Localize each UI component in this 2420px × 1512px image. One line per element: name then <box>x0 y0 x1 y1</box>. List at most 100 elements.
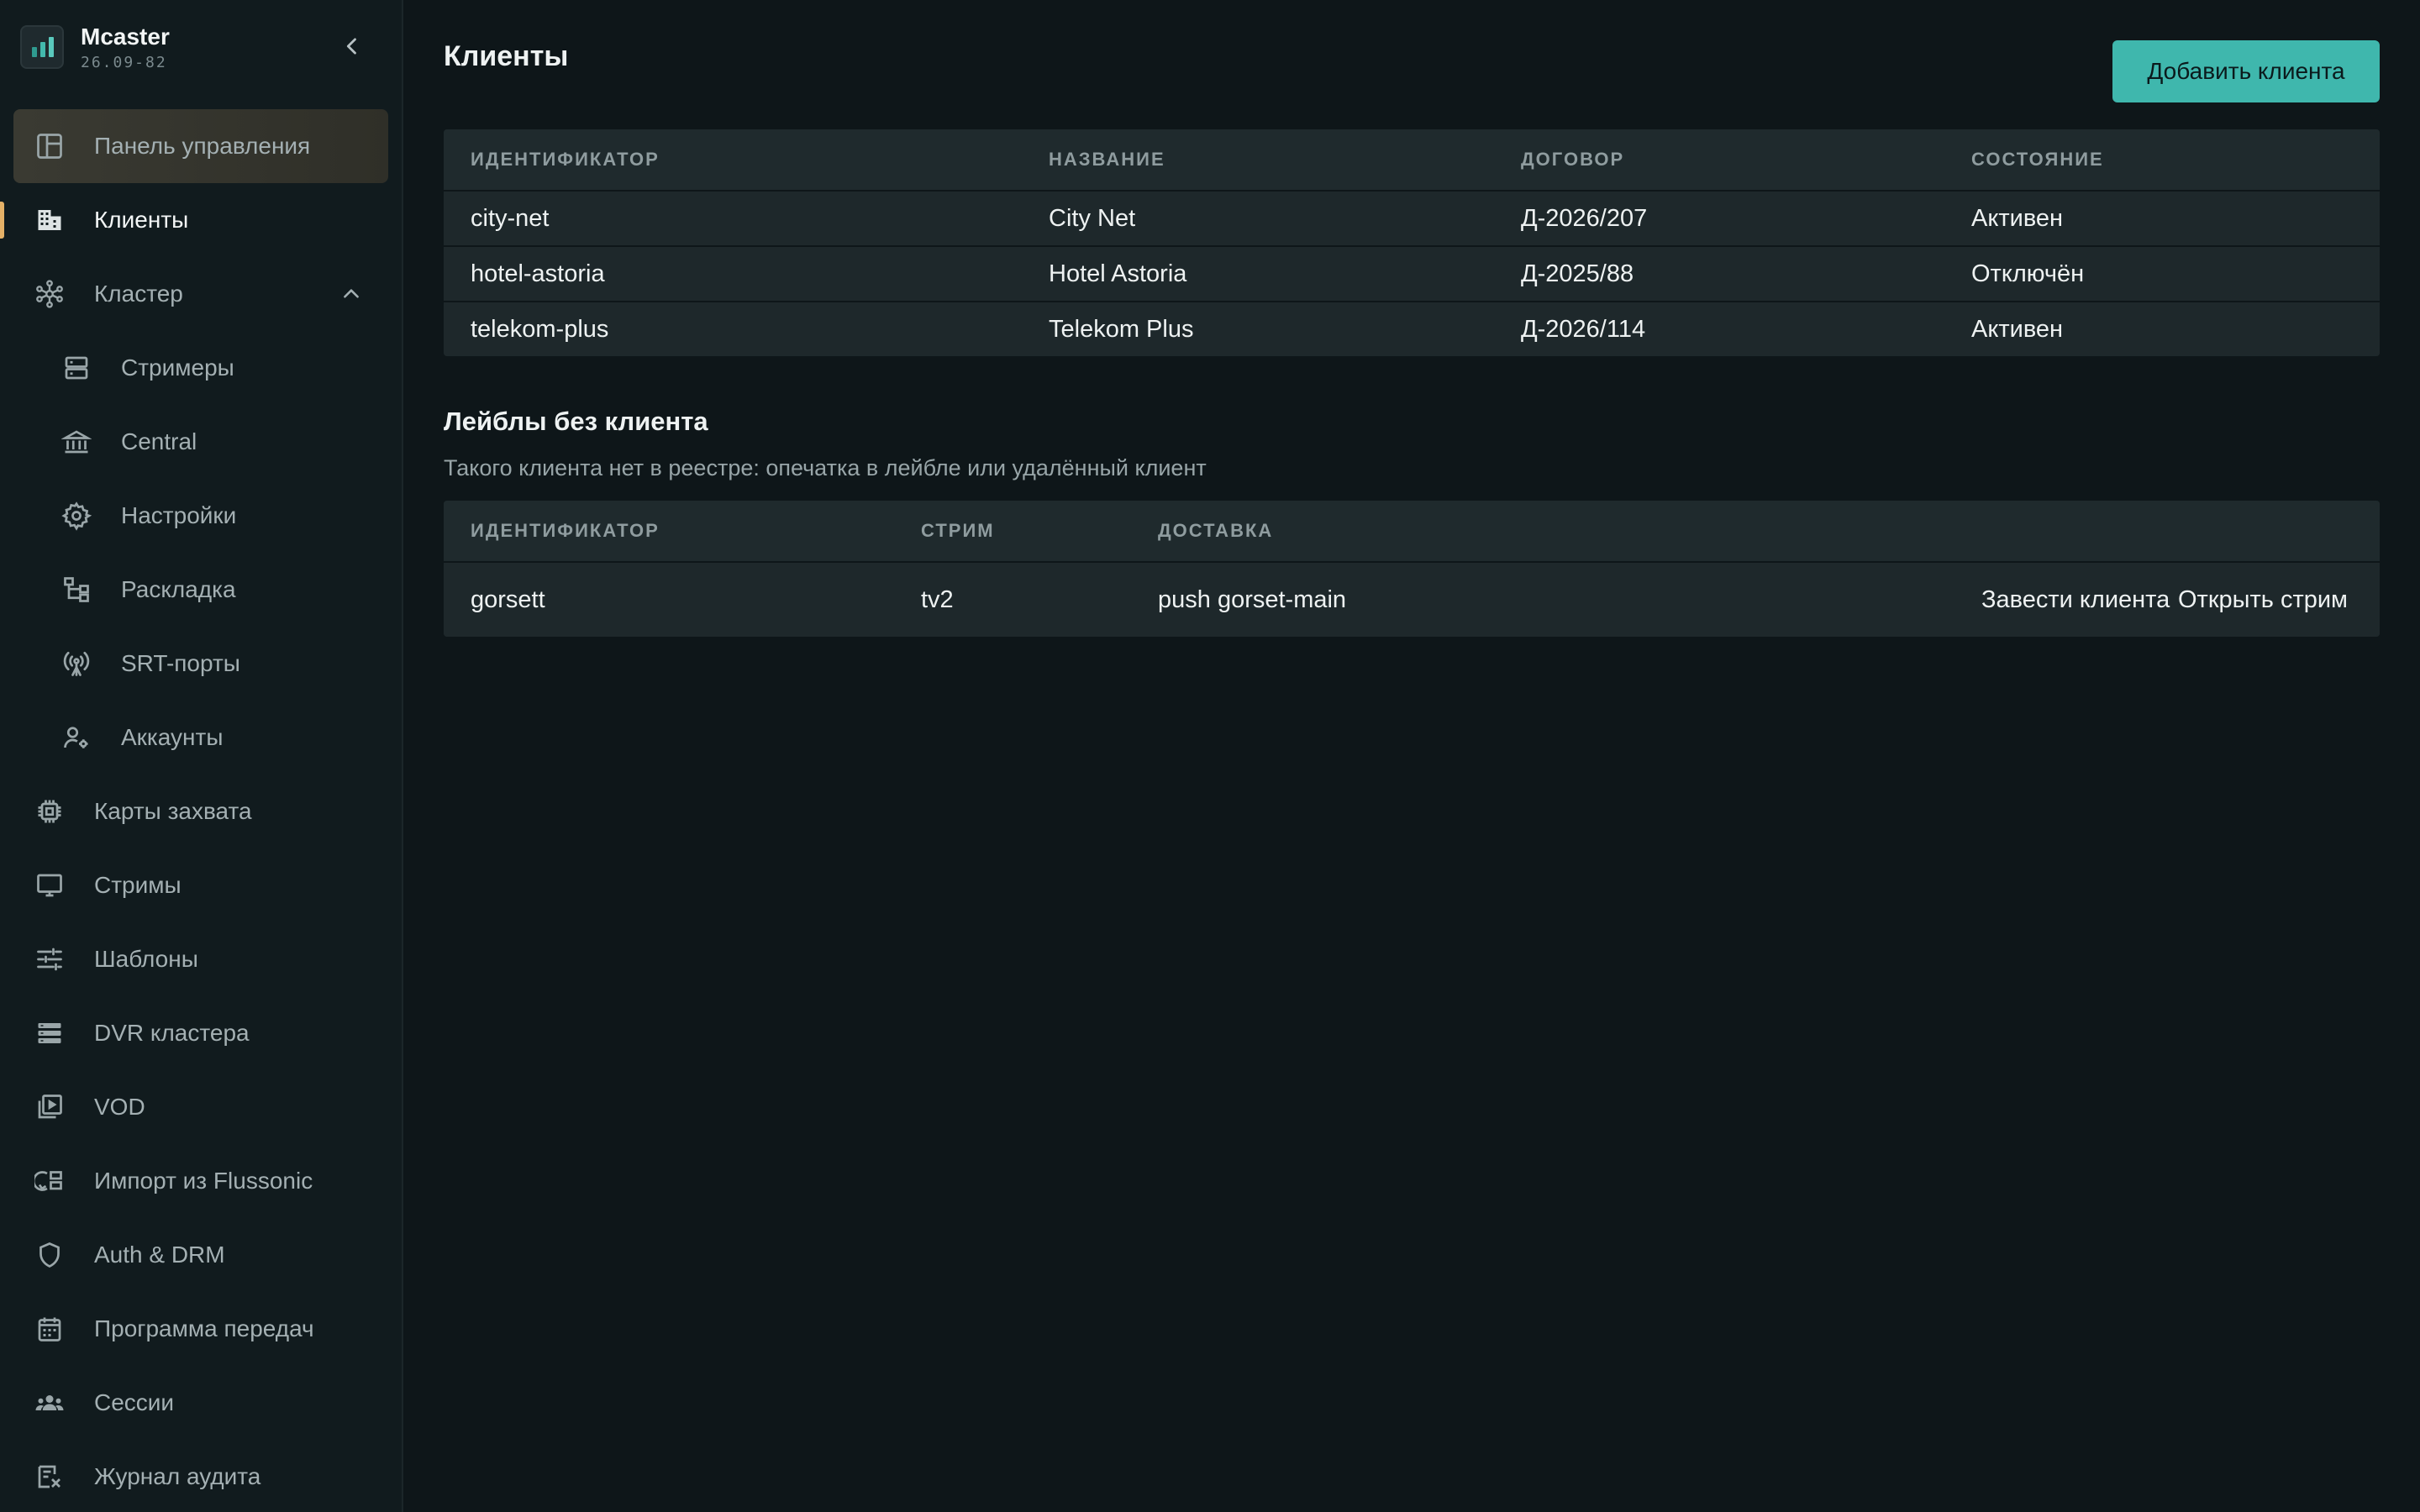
client-name: Hotel Astoria <box>1049 260 1187 287</box>
sidebar-item-label: Журнал аудита <box>94 1463 261 1489</box>
column-header[interactable]: НАЗВАНИЕ <box>1049 149 1165 171</box>
client-id: city-net <box>471 204 550 232</box>
gear-icon <box>60 500 92 532</box>
client-id: telekom-plus <box>471 315 609 343</box>
orphan-stream: tv2 <box>921 585 954 613</box>
table-header: ИДЕНТИФИКАТОР СТРИМ ДОСТАВКА <box>444 501 2380 563</box>
brand: Mcaster 26.09-82 <box>20 24 381 74</box>
dashboard-icon <box>34 130 66 162</box>
sidebar-item-label: Шаблоны <box>94 946 198 972</box>
column-header[interactable]: ДОГОВОР <box>1521 149 1624 171</box>
sidebar-item-srt-ports[interactable]: SRT-порты <box>0 627 402 701</box>
sidebar-item-label: Стримы <box>94 872 182 898</box>
building-icon <box>34 204 66 236</box>
hierarchy-icon <box>60 574 92 606</box>
sidebar-item-label: Программа передач <box>94 1315 314 1341</box>
column-header[interactable]: СТРИМ <box>921 520 995 542</box>
sidebar-item-label: Auth & DRM <box>94 1242 225 1268</box>
sidebar-item-dashboard[interactable]: Панель управления <box>13 109 388 183</box>
sidebar-item-sessions[interactable]: Сессии <box>0 1366 402 1440</box>
user-gear-icon <box>60 722 92 753</box>
app-root: Mcaster 26.09-82 Панель управления Клиен… <box>0 0 2420 1512</box>
monitor-icon <box>34 869 66 901</box>
client-name: Telekom Plus <box>1049 315 1194 343</box>
client-status: Отключён <box>1971 260 2085 287</box>
page-title: Клиенты <box>444 40 569 72</box>
column-header[interactable]: ИДЕНТИФИКАТОР <box>471 520 660 542</box>
sidebar-item-label: Кластер <box>94 281 183 307</box>
brand-logo <box>20 25 64 69</box>
section-subtitle: Такого клиента нет в реестре: опечатка в… <box>444 455 1207 480</box>
sidebar-item-streamers[interactable]: Стримеры <box>0 331 402 405</box>
storage-icon <box>34 1017 66 1049</box>
sidebar-item-label: Аккаунты <box>121 724 224 750</box>
sidebar-item-label: Central <box>121 428 197 454</box>
orphan-labels-table: ИДЕНТИФИКАТОР СТРИМ ДОСТАВКА gorsett tv2… <box>444 501 2380 637</box>
sidebar-item-schedule[interactable]: Программа передач <box>0 1292 402 1366</box>
sidebar-item-label: Раскладка <box>121 576 236 602</box>
client-contract: Д-2026/114 <box>1521 315 1646 343</box>
column-header[interactable]: ИДЕНТИФИКАТОР <box>471 149 660 171</box>
sidebar-nav: Панель управления Клиенты Кластер Стриме… <box>0 109 402 1512</box>
sidebar-item-capture-cards[interactable]: Карты захвата <box>0 774 402 848</box>
client-id: hotel-astoria <box>471 260 605 287</box>
video-library-icon <box>34 1091 66 1123</box>
sidebar-item-clients[interactable]: Клиенты <box>0 183 402 257</box>
chevron-left-icon <box>346 38 356 55</box>
create-client-link[interactable]: Завести клиента <box>1981 563 2170 637</box>
collapse-sidebar-button[interactable] <box>331 25 373 67</box>
clients-table: ИДЕНТИФИКАТОР НАЗВАНИЕ ДОГОВОР СОСТОЯНИЕ… <box>444 129 2380 356</box>
client-status: Активен <box>1971 204 2064 232</box>
sidebar-item-cluster[interactable]: Кластер <box>0 257 402 331</box>
sidebar-item-vod[interactable]: VOD <box>0 1070 402 1144</box>
table-row[interactable]: telekom-plus Telekom Plus Д-2026/114 Акт… <box>444 302 2380 356</box>
sidebar-item-label: Сессии <box>94 1389 175 1415</box>
sidebar-item-templates[interactable]: Шаблоны <box>0 922 402 996</box>
bank-icon <box>60 426 92 458</box>
sidebar-item-settings[interactable]: Настройки <box>0 479 402 553</box>
column-header[interactable]: СОСТОЯНИЕ <box>1971 149 2104 171</box>
sidebar-item-label: DVR кластера <box>94 1020 250 1046</box>
table-header: ИДЕНТИФИКАТОР НАЗВАНИЕ ДОГОВОР СОСТОЯНИЕ <box>444 129 2380 192</box>
sidebar-item-label: Клиенты <box>94 207 189 233</box>
open-stream-link[interactable]: Открыть стрим <box>2178 563 2348 637</box>
sidebar-item-auth-drm[interactable]: Auth & DRM <box>0 1218 402 1292</box>
antenna-icon <box>60 648 92 680</box>
client-contract: Д-2025/88 <box>1521 260 1634 287</box>
client-status: Активен <box>1971 315 2064 343</box>
client-name: City Net <box>1049 204 1136 232</box>
brand-name: Mcaster <box>81 24 170 50</box>
table-row[interactable]: city-net City Net Д-2026/207 Активен <box>444 192 2380 247</box>
sidebar-item-streams[interactable]: Стримы <box>0 848 402 922</box>
sidebar-item-central[interactable]: Central <box>0 405 402 479</box>
chevron-up-icon[interactable] <box>336 279 366 309</box>
audit-icon <box>34 1461 66 1493</box>
sidebar-item-label: Панель управления <box>94 133 311 159</box>
client-contract: Д-2026/207 <box>1521 204 1648 232</box>
sidebar-item-label: VOD <box>94 1094 145 1120</box>
cluster-icon <box>34 278 66 310</box>
column-header[interactable]: ДОСТАВКА <box>1158 520 1273 542</box>
users-icon <box>34 1387 66 1419</box>
server-icon <box>60 352 92 384</box>
sidebar-item-layout[interactable]: Раскладка <box>0 553 402 627</box>
sliders-icon <box>34 943 66 975</box>
sidebar: Mcaster 26.09-82 Панель управления Клиен… <box>0 0 403 1512</box>
sidebar-item-import-flussonic[interactable]: Импорт из Flussonic <box>0 1144 402 1218</box>
shield-icon <box>34 1239 66 1271</box>
table-row[interactable]: hotel-astoria Hotel Astoria Д-2025/88 От… <box>444 247 2380 302</box>
table-row: gorsett tv2 push gorset-main Завести кли… <box>444 563 2380 637</box>
orphan-delivery: push gorset-main <box>1158 585 1347 613</box>
sidebar-item-audit-log[interactable]: Журнал аудита <box>0 1440 402 1512</box>
sidebar-item-label: Настройки <box>121 502 237 528</box>
import-icon <box>34 1165 66 1197</box>
sidebar-item-label: SRT-порты <box>121 650 240 676</box>
sidebar-item-dvr-cluster[interactable]: DVR кластера <box>0 996 402 1070</box>
brand-version: 26.09-82 <box>81 54 167 71</box>
section-title: Лейблы без клиента <box>444 407 708 436</box>
sidebar-item-label: Стримеры <box>121 354 234 381</box>
add-client-button[interactable]: Добавить клиента <box>2112 40 2380 102</box>
chip-icon <box>34 795 66 827</box>
sidebar-item-accounts[interactable]: Аккаунты <box>0 701 402 774</box>
orphan-id: gorsett <box>471 585 545 613</box>
